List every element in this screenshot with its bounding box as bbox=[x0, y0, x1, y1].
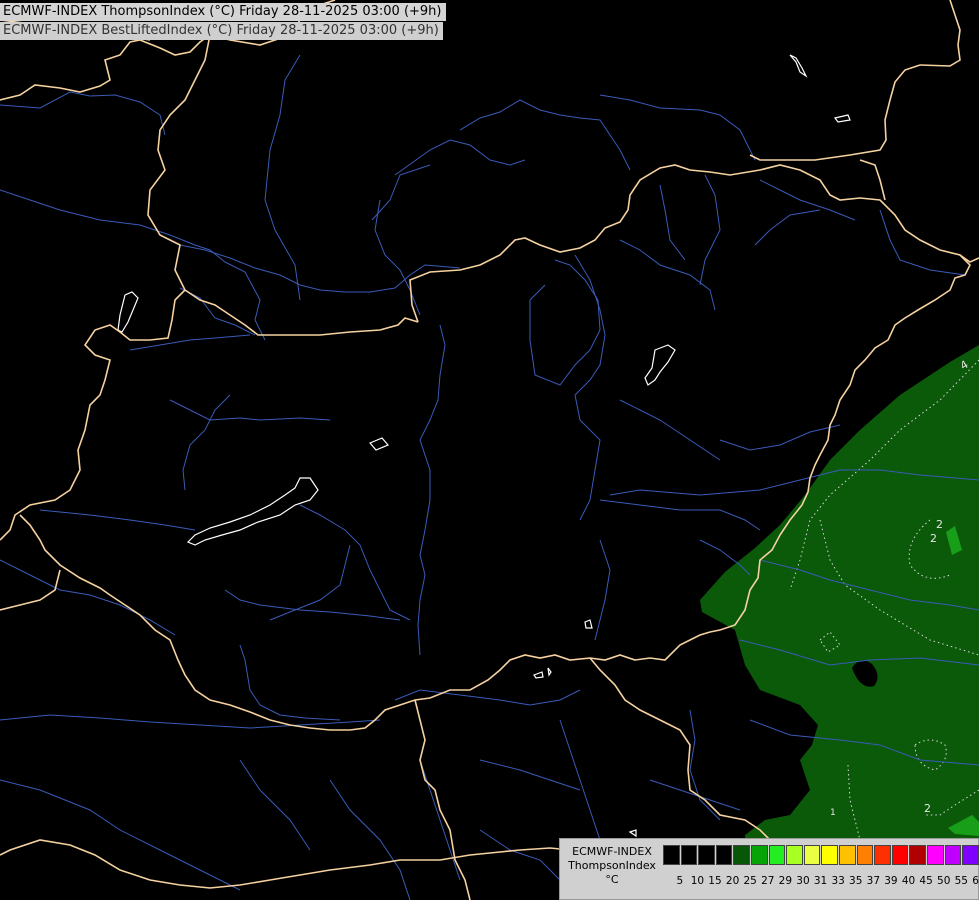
legend-tick: 25 bbox=[743, 875, 757, 887]
legend-swatch bbox=[715, 845, 733, 865]
legend-tick: 40 bbox=[901, 875, 916, 887]
map-title-thompson: ECMWF-INDEX ThompsonIndex (°C) Friday 28… bbox=[0, 3, 446, 21]
contour-label-2a: 2 bbox=[936, 518, 943, 531]
legend-swatch bbox=[768, 845, 786, 865]
legend-color-scale bbox=[663, 845, 979, 865]
weather-map: 4 2 2 2 1 bbox=[0, 0, 979, 900]
legend-tick-labels: 5 10152025 2729303133 3537394045 5055 60 bbox=[671, 875, 979, 887]
legend-tick: 27 bbox=[761, 875, 775, 887]
legend-swatch bbox=[680, 845, 698, 865]
legend-swatch bbox=[874, 845, 891, 865]
legend-tick: 31 bbox=[813, 875, 828, 887]
legend-swatch bbox=[698, 845, 715, 865]
legend-tick: 55 bbox=[954, 875, 968, 887]
legend-swatch bbox=[786, 845, 803, 865]
legend-tick: 5 bbox=[676, 875, 684, 887]
legend-tick: 39 bbox=[884, 875, 898, 887]
legend-label-parameter: ThompsonIndex bbox=[568, 859, 656, 872]
legend-tick: 15 bbox=[708, 875, 722, 887]
legend-tick: 30 bbox=[796, 875, 810, 887]
legend-tick: 29 bbox=[778, 875, 793, 887]
legend-tick: 37 bbox=[866, 875, 881, 887]
legend-tick: 33 bbox=[831, 875, 845, 887]
contour-label-1: 1 bbox=[830, 808, 836, 818]
legend-label: ECMWF-INDEX ThompsonIndex °C bbox=[564, 845, 660, 887]
legend-swatch bbox=[962, 845, 979, 865]
legend-tick: 10 bbox=[690, 875, 705, 887]
legend-swatch bbox=[891, 845, 909, 865]
legend-swatch bbox=[803, 845, 821, 865]
legend-tick: 50 bbox=[937, 875, 951, 887]
legend-swatch bbox=[821, 845, 838, 865]
contour-label-2b: 2 bbox=[930, 532, 937, 545]
legend-label-unit: °C bbox=[605, 873, 619, 886]
legend-swatch bbox=[838, 845, 856, 865]
legend-swatch bbox=[750, 845, 768, 865]
legend-swatch bbox=[733, 845, 750, 865]
contour-label-2c: 2 bbox=[924, 802, 931, 815]
legend-swatch bbox=[663, 845, 680, 865]
legend: ECMWF-INDEX ThompsonIndex °C 5 10 15 20 25 27… bbox=[559, 838, 979, 900]
legend-tick: 20 bbox=[725, 875, 740, 887]
legend-tick: 60 bbox=[972, 875, 979, 887]
legend-swatch bbox=[909, 845, 926, 865]
legend-swatch bbox=[944, 845, 962, 865]
legend-tick: 45 bbox=[919, 875, 933, 887]
legend-label-model: ECMWF-INDEX bbox=[572, 845, 652, 858]
legend-swatch bbox=[856, 845, 874, 865]
legend-tick: 35 bbox=[849, 875, 863, 887]
map-title-lifted: ECMWF-INDEX BestLiftedIndex (°C) Friday … bbox=[0, 22, 443, 40]
legend-swatch bbox=[926, 845, 944, 865]
